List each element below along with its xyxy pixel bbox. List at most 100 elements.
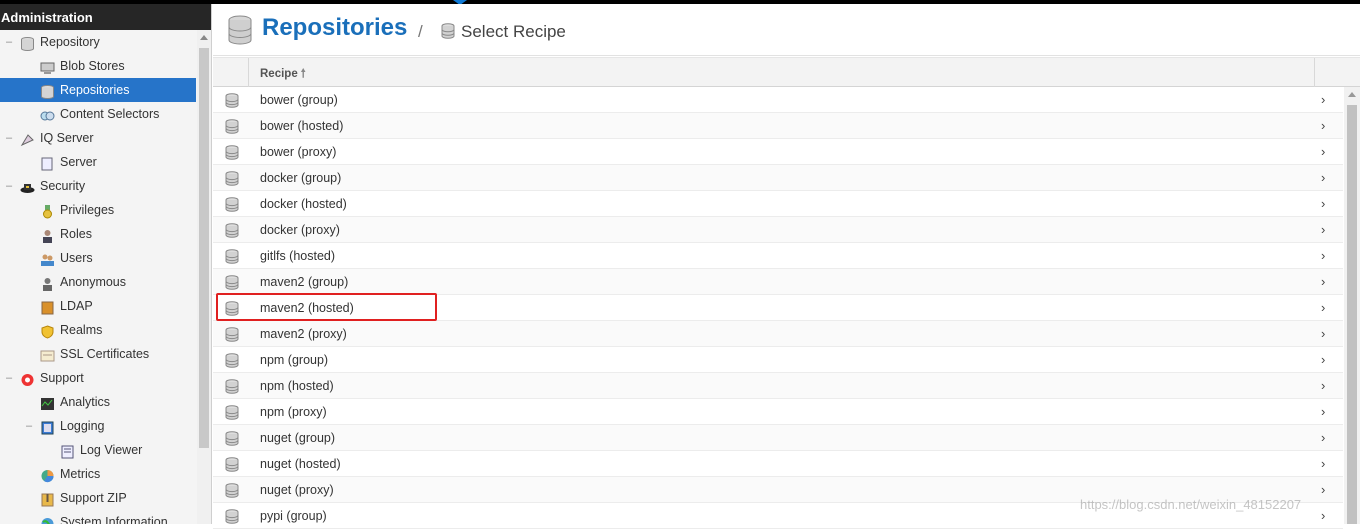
column-divider — [1314, 58, 1315, 87]
chevron-right-icon[interactable]: › — [1321, 508, 1325, 523]
scroll-up-arrow-icon[interactable] — [200, 35, 208, 40]
chevron-right-icon[interactable]: › — [1321, 300, 1325, 315]
breadcrumb-current: Select Recipe — [461, 22, 566, 41]
chevron-right-icon[interactable]: › — [1321, 378, 1325, 393]
recipe-row[interactable]: nuget (group) › — [213, 425, 1343, 451]
sidebar-item-anonymous[interactable]: Anonymous — [0, 270, 196, 294]
sidebar-item-analytics[interactable]: Analytics — [0, 390, 196, 414]
recipe-row[interactable]: docker (proxy) › — [213, 217, 1343, 243]
grid-scrollbar[interactable] — [1344, 87, 1360, 524]
sidebar-item-label: Repositories — [60, 83, 130, 97]
sidebar-item-ldap[interactable]: LDAP — [0, 294, 196, 318]
sidebar-item-roles[interactable]: Roles — [0, 222, 196, 246]
recipe-row[interactable]: maven2 (proxy) › — [213, 321, 1343, 347]
sidebar-item-support[interactable]: – Support — [0, 366, 196, 390]
chevron-right-icon[interactable]: › — [1321, 274, 1325, 289]
anonymous-user-icon — [40, 275, 55, 291]
sidebar-item-content-selectors[interactable]: Content Selectors — [0, 102, 196, 126]
page-title[interactable]: Repositories — [262, 14, 407, 42]
recipe-row[interactable]: gitlfs (hosted) › — [213, 243, 1343, 269]
recipe-row[interactable]: nuget (hosted) › — [213, 451, 1343, 477]
document-icon — [40, 155, 55, 171]
recipe-row[interactable]: maven2 (group) › — [213, 269, 1343, 295]
collapse-toggle-icon[interactable]: – — [3, 30, 15, 54]
sidebar-item-server[interactable]: Server — [0, 150, 196, 174]
database-icon — [225, 327, 239, 342]
scroll-up-arrow-icon[interactable] — [1348, 92, 1356, 97]
sidebar-scrollbar[interactable] — [197, 30, 211, 524]
collapse-toggle-icon[interactable]: – — [3, 366, 15, 390]
recipe-row[interactable]: npm (proxy) › — [213, 399, 1343, 425]
sidebar-item-label: System Information — [60, 515, 168, 524]
sidebar-item-label: Users — [60, 251, 93, 265]
chevron-right-icon[interactable]: › — [1321, 222, 1325, 237]
recipe-row[interactable]: bower (proxy) › — [213, 139, 1343, 165]
chevron-right-icon[interactable]: › — [1321, 352, 1325, 367]
sidebar-item-label: Server — [60, 155, 97, 169]
collapse-toggle-icon[interactable]: – — [3, 174, 15, 198]
sidebar-item-label: Realms — [60, 323, 103, 337]
sidebar-item-logging[interactable]: – Logging — [0, 414, 196, 438]
database-icon — [225, 93, 239, 108]
page-header: Repositories / Select Recipe — [213, 4, 1360, 56]
chevron-right-icon[interactable]: › — [1321, 170, 1325, 185]
zip-icon — [40, 491, 55, 507]
recipe-column-header[interactable]: Recipe 🠕 — [260, 66, 306, 85]
recipe-name: maven2 (hosted) — [260, 301, 354, 315]
sidebar-item-blob-stores[interactable]: Blob Stores — [0, 54, 196, 78]
sidebar-item-privileges[interactable]: Privileges — [0, 198, 196, 222]
chevron-right-icon[interactable]: › — [1321, 326, 1325, 341]
grid-scroll-thumb[interactable] — [1347, 105, 1357, 524]
recipe-row[interactable]: docker (hosted) › — [213, 191, 1343, 217]
chevron-right-icon[interactable]: › — [1321, 404, 1325, 419]
database-icon — [225, 275, 239, 290]
role-user-icon — [40, 227, 55, 243]
chevron-right-icon[interactable]: › — [1321, 248, 1325, 263]
sidebar-item-security[interactable]: – Security — [0, 174, 196, 198]
recipe-list: bower (group) › bower (hosted) › bower (prox… — [213, 87, 1343, 529]
sidebar-item-system-information[interactable]: System Information — [0, 510, 196, 524]
chevron-right-icon[interactable]: › — [1321, 92, 1325, 107]
database-icon — [20, 35, 35, 51]
sidebar-item-log-viewer[interactable]: Log Viewer — [0, 438, 196, 462]
chevron-right-icon[interactable]: › — [1321, 430, 1325, 445]
sidebar-item-support-zip[interactable]: Support ZIP — [0, 486, 196, 510]
collapse-toggle-icon[interactable]: – — [3, 126, 15, 150]
sidebar-item-realms[interactable]: Realms — [0, 318, 196, 342]
recipe-name: npm (hosted) — [260, 379, 334, 393]
sidebar-item-iq-server[interactable]: – IQ Server — [0, 126, 196, 150]
recipe-name: bower (hosted) — [260, 119, 344, 133]
recipe-row[interactable]: npm (group) › — [213, 347, 1343, 373]
chevron-right-icon[interactable]: › — [1321, 456, 1325, 471]
recipe-row[interactable]: maven2 (hosted) › — [213, 295, 1343, 321]
sidebar-item-users[interactable]: Users — [0, 246, 196, 270]
recipe-row[interactable]: docker (group) › — [213, 165, 1343, 191]
sidebar-item-label: Content Selectors — [60, 107, 160, 121]
grid-header: Recipe 🠕 — [213, 57, 1360, 87]
recipe-name: bower (group) — [260, 93, 338, 107]
recipe-name: docker (proxy) — [260, 223, 340, 237]
sidebar-header: Administration — [0, 4, 211, 30]
iq-server-icon — [20, 131, 35, 147]
sidebar-item-label: Anonymous — [60, 275, 127, 289]
recipe-name: npm (group) — [260, 353, 329, 367]
sidebar-item-label: Repository — [40, 35, 100, 49]
log-viewer-icon — [60, 443, 75, 459]
sidebar-item-repository[interactable]: – Repository — [0, 30, 196, 54]
chevron-right-icon[interactable]: › — [1321, 118, 1325, 133]
database-icon — [225, 405, 239, 420]
sidebar-item-ssl-certificates[interactable]: SSL Certificates — [0, 342, 196, 366]
sidebar-item-repositories[interactable]: Repositories — [0, 78, 196, 102]
collapse-toggle-icon[interactable]: – — [23, 414, 35, 438]
recipe-row[interactable]: npm (hosted) › — [213, 373, 1343, 399]
recipe-name: gitlfs (hosted) — [260, 249, 336, 263]
users-icon — [40, 251, 55, 266]
recipe-row[interactable]: bower (hosted) › — [213, 113, 1343, 139]
chevron-right-icon[interactable]: › — [1321, 144, 1325, 159]
sidebar-scroll-thumb[interactable] — [199, 48, 209, 448]
medal-icon — [40, 203, 55, 219]
chevron-right-icon[interactable]: › — [1321, 482, 1325, 497]
sidebar-item-metrics[interactable]: Metrics — [0, 462, 196, 486]
recipe-row[interactable]: bower (group) › — [213, 87, 1343, 113]
chevron-right-icon[interactable]: › — [1321, 196, 1325, 211]
